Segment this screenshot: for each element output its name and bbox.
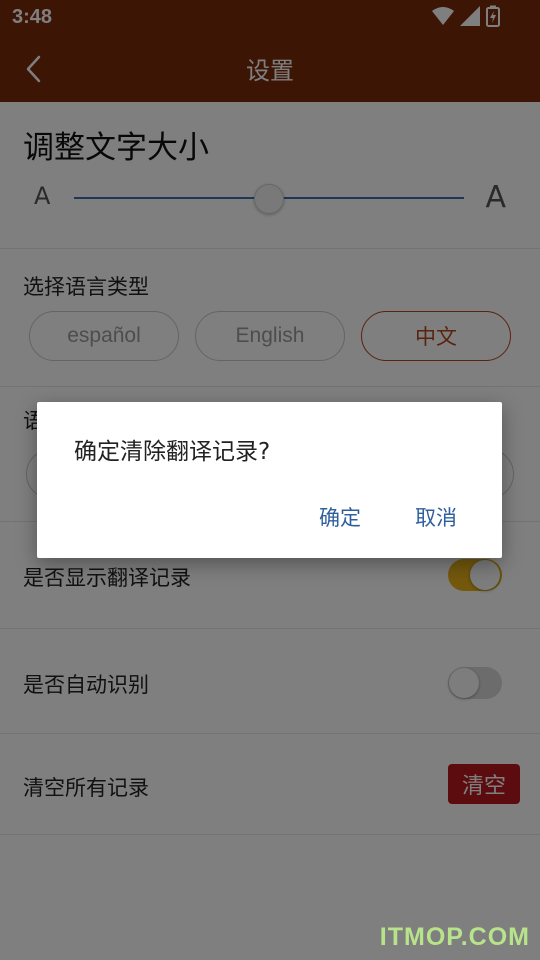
confirm-button[interactable]: 确定: [319, 502, 361, 532]
confirm-dialog: 确定清除翻译记录? 确定 取消: [37, 402, 502, 558]
watermark: ITMOP.COM: [379, 923, 530, 951]
cancel-button[interactable]: 取消: [415, 502, 457, 532]
dialog-message: 确定清除翻译记录?: [74, 439, 271, 465]
